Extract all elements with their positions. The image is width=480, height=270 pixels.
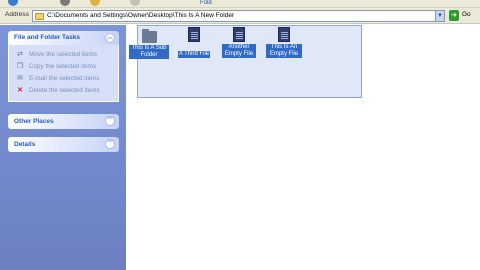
task-delete[interactable]: ✕ Delete the selected items [9, 85, 118, 97]
file-name: This Is A Sub Folder [129, 45, 169, 59]
task-label: Delete the selected items [29, 87, 100, 94]
go-arrow-icon[interactable]: ➜ [449, 10, 459, 21]
task-copy[interactable]: ❐ Copy the selected items [9, 61, 118, 73]
file-item-folder[interactable]: This Is A Sub Folder [129, 27, 169, 61]
task-move[interactable]: ⇄ Move the selected items [9, 49, 118, 61]
address-bar: Address C:\Documents and Settings\Owner\… [0, 8, 480, 24]
file-name: Another Empty File [222, 44, 256, 58]
file-name: A Third File [177, 51, 211, 58]
up-folder-icon[interactable] [90, 0, 100, 6]
chevron-down-icon[interactable]: ▼ [435, 11, 444, 21]
other-places-header[interactable]: Other Places ︾ [8, 114, 119, 129]
file-view[interactable]: This Is A Sub Folder A Third File Anothe… [126, 25, 480, 270]
file-name: This Is An Empty File [266, 44, 302, 58]
search-icon[interactable] [130, 0, 140, 6]
delete-icon: ✕ [17, 87, 23, 94]
task-pane: File and Folder Tasks ︽ ⇄ Move the selec… [0, 25, 126, 270]
expand-chevron-icon[interactable]: ︾ [105, 116, 115, 126]
forward-icon[interactable] [60, 0, 70, 6]
file-item[interactable]: This Is An Empty File [266, 27, 302, 60]
email-icon: ✉ [17, 75, 23, 82]
file-folder-tasks-header[interactable]: File and Folder Tasks ︽ [8, 31, 119, 45]
document-icon [278, 27, 290, 42]
folder-icon [141, 29, 157, 43]
task-label: Copy the selected items [29, 63, 97, 70]
details-header[interactable]: Details ︾ [8, 137, 119, 152]
folder-icon [35, 13, 44, 20]
copy-icon: ❐ [16, 63, 24, 70]
task-email[interactable]: ✉ E-mail the selected items [9, 73, 118, 85]
panel-title: Details [14, 141, 36, 148]
go-button[interactable]: Go [462, 11, 471, 18]
task-label: E-mail the selected items [29, 75, 100, 82]
back-icon[interactable] [8, 0, 18, 6]
address-label: Address [5, 11, 29, 18]
document-icon [233, 27, 245, 42]
file-item[interactable]: Another Empty File [222, 27, 256, 60]
file-item[interactable]: A Third File [177, 27, 211, 60]
expand-chevron-icon[interactable]: ︾ [105, 139, 115, 149]
task-label: Move the selected items [29, 51, 97, 58]
address-path[interactable]: C:\Documents and Settings\Owner\Desktop\… [47, 12, 234, 19]
file-folder-tasks-panel: File and Folder Tasks ︽ ⇄ Move the selec… [8, 31, 119, 102]
document-icon [188, 27, 200, 42]
move-icon: ⇄ [17, 51, 23, 58]
collapse-chevron-icon[interactable]: ︽ [105, 33, 115, 43]
panel-title: Other Places [14, 118, 54, 125]
toolbar: Fold [0, 0, 480, 8]
panel-title: File and Folder Tasks [14, 34, 80, 41]
task-list: ⇄ Move the selected items ❐ Copy the sel… [8, 45, 119, 102]
folders-button[interactable]: Fold [200, 0, 212, 6]
address-input[interactable]: C:\Documents and Settings\Owner\Desktop\… [32, 10, 445, 22]
